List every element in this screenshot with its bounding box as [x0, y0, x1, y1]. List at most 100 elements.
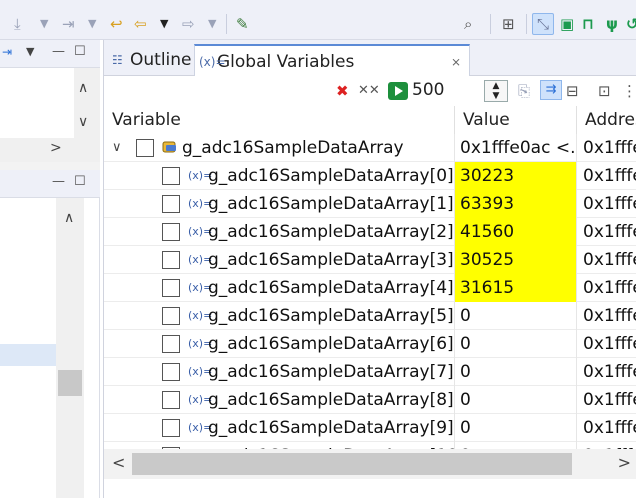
close-icon[interactable]: ⨯ [451, 46, 461, 78]
horizontal-scrollbar[interactable]: > [0, 138, 100, 162]
table-row[interactable]: (x)= g_adc16SampleDataArray[1] 63393 0x1fff… [104, 190, 636, 218]
row-checkbox[interactable] [136, 139, 154, 157]
row-checkbox[interactable] [162, 335, 180, 353]
refresh-icon[interactable] [388, 82, 408, 100]
signal-icon[interactable]: ψ [606, 15, 618, 33]
row-checkbox[interactable] [162, 251, 180, 269]
tab-outline[interactable]: ☷ Outline [108, 44, 194, 76]
scroll-up-icon[interactable]: ∧ [64, 210, 74, 226]
variable-cell: (x)= g_adc16SampleDataArray[9] [104, 414, 455, 442]
step-into-icon[interactable]: ⤓ [14, 15, 21, 33]
value-cell[interactable]: 63393 [455, 190, 577, 218]
tab-global-variables[interactable]: (x)= Global Variables ⨯ [194, 44, 470, 76]
variable-name: g_adc16SampleDataArray[3] [208, 250, 454, 270]
table-row-parent[interactable]: ∨ g_adc16SampleDataArray 0x1fffe0ac <...… [104, 134, 636, 162]
variable-name: g_adc16SampleDataArray[4] [208, 278, 454, 298]
variable-name: g_adc16SampleDataArray[0] [208, 166, 454, 186]
table-row[interactable]: (x)= g_adc16SampleDataArray[3] 30525 0x1fff… [104, 246, 636, 274]
table-row[interactable]: (x)=g_adc16SampleDataArray[6]00x1fffe0b8 [104, 330, 636, 358]
horizontal-scrollbar[interactable]: < > [104, 449, 636, 479]
outline-icon: ☷ [112, 53, 123, 67]
table-row[interactable]: (x)=g_adc16SampleDataArray[8]00x1fffe0bc [104, 386, 636, 414]
edit-icon[interactable]: ✎ [236, 15, 249, 33]
tab-outline-label: Outline [130, 50, 192, 70]
variable-name: g_adc16SampleDataArray[2] [208, 222, 454, 242]
remove-all-icon[interactable]: ✕✕ [358, 82, 380, 100]
minimize-icon[interactable]: — [52, 44, 65, 59]
table-row[interactable]: (x)= g_adc16SampleDataArray[2] 41560 0x1fff… [104, 218, 636, 246]
value-cell[interactable]: 0 [455, 414, 577, 442]
scrollbar-thumb[interactable] [58, 370, 82, 396]
show-logical-structure-icon[interactable]: ⇉ [540, 80, 562, 100]
scroll-right-icon[interactable]: > [50, 140, 62, 156]
value-cell[interactable]: 0x1fffe0ac <... [455, 134, 577, 162]
dropdown-icon[interactable]: ▼ [160, 15, 168, 33]
back-icon[interactable]: ↩ [110, 15, 123, 33]
maximize-icon[interactable]: ☐ [74, 44, 86, 59]
value-cell[interactable]: 30223 [455, 162, 577, 190]
value-cell[interactable]: 30525 [455, 246, 577, 274]
maximize-icon[interactable]: ☐ [74, 174, 86, 189]
row-checkbox[interactable] [162, 363, 180, 381]
open-perspective-icon[interactable]: ⊞ [502, 15, 515, 33]
debug-perspective-icon[interactable]: ⤡ [532, 13, 554, 35]
show-type-icon[interactable]: ⎘ [518, 82, 530, 100]
remove-icon[interactable]: ✖ [336, 82, 349, 100]
vertical-scrollbar[interactable] [56, 198, 84, 498]
variable-cell: (x)= g_adc16SampleDataArray[0] [104, 162, 455, 190]
chip-icon[interactable]: ▣ [560, 15, 574, 33]
row-checkbox[interactable] [162, 419, 180, 437]
dropdown-icon[interactable]: ▼ [40, 15, 48, 33]
forward-icon[interactable]: ⇨ [182, 15, 195, 33]
view-menu-dropdown-icon[interactable]: ▼ [26, 45, 34, 58]
search-icon[interactable]: ⌕ [464, 15, 472, 33]
table-row[interactable]: (x)=g_adc16SampleDataArray[5]00x1fffe0b6 [104, 302, 636, 330]
value-cell[interactable]: 31615 [455, 274, 577, 302]
row-checkbox[interactable] [162, 391, 180, 409]
collapse-all-icon[interactable]: ⊟ [566, 82, 579, 100]
view-menu-icon[interactable]: ⇥ [2, 45, 12, 59]
back-arrow-icon[interactable]: ⇦ [134, 15, 147, 33]
column-header-variable[interactable]: Variable [104, 106, 455, 134]
column-header-address[interactable]: Address [577, 106, 636, 134]
scrollbar-thumb[interactable] [132, 453, 572, 475]
value-cell[interactable]: 41560 [455, 218, 577, 246]
dropdown-icon[interactable]: ▼ [88, 15, 96, 33]
table-row[interactable]: (x)= g_adc16SampleDataArray[4] 31615 0x1fff… [104, 274, 636, 302]
address-cell: 0x1fffe0be [577, 414, 636, 442]
array-icon [162, 140, 178, 154]
add-icon[interactable]: ⊡ [598, 82, 611, 100]
global-variables-panel: ☷ Outline (x)= Global Variables ⨯ ✖ ✕✕ 5… [103, 40, 636, 498]
row-checkbox[interactable] [162, 279, 180, 297]
view-menu-icon[interactable]: ⋮ [622, 82, 636, 100]
row-checkbox[interactable] [162, 167, 180, 185]
variable-cell: (x)= g_adc16SampleDataArray[3] [104, 246, 455, 274]
dropdown-icon[interactable]: ▼ [208, 15, 216, 33]
minimize-icon[interactable]: — [52, 174, 65, 189]
scroll-left-icon[interactable]: < [112, 453, 125, 472]
scroll-right-icon[interactable]: > [618, 453, 631, 472]
variable-cell: (x)= g_adc16SampleDataArray[5] [104, 302, 455, 330]
row-checkbox[interactable] [162, 307, 180, 325]
column-header-value[interactable]: Value [455, 106, 577, 134]
value-cell[interactable]: 0 [455, 358, 577, 386]
table-row[interactable]: (x)=g_adc16SampleDataArray[9]00x1fffe0be [104, 414, 636, 442]
selected-row[interactable] [0, 344, 56, 366]
scroll-down-icon[interactable]: ∨ [78, 114, 88, 130]
row-checkbox[interactable] [162, 195, 180, 213]
overflow-icon[interactable]: ↺ [626, 15, 636, 33]
value-cell[interactable]: 0 [455, 386, 577, 414]
expand-icon[interactable]: ∨ [112, 134, 122, 162]
scroll-up-icon[interactable]: ∧ [78, 80, 88, 96]
value-cell[interactable]: 0 [455, 442, 577, 449]
table-row[interactable]: (x)= g_adc16SampleDataArray[0] 30223 0x1fff… [104, 162, 636, 190]
value-cell[interactable]: 0 [455, 330, 577, 358]
refresh-spinner[interactable]: ▲ ▼ [484, 80, 508, 102]
row-checkbox[interactable] [162, 223, 180, 241]
value-cell[interactable]: 0 [455, 302, 577, 330]
step-over-icon[interactable]: ⇥ [62, 15, 75, 33]
table-row[interactable]: (x)=g_adc16SampleDataArray[10]00x1fffe0c… [104, 442, 636, 449]
table-row[interactable]: (x)=g_adc16SampleDataArray[7]00x1fffe0ba [104, 358, 636, 386]
refresh-count[interactable]: 500 [412, 81, 444, 99]
waveform-icon[interactable]: ⊓ [582, 15, 594, 33]
